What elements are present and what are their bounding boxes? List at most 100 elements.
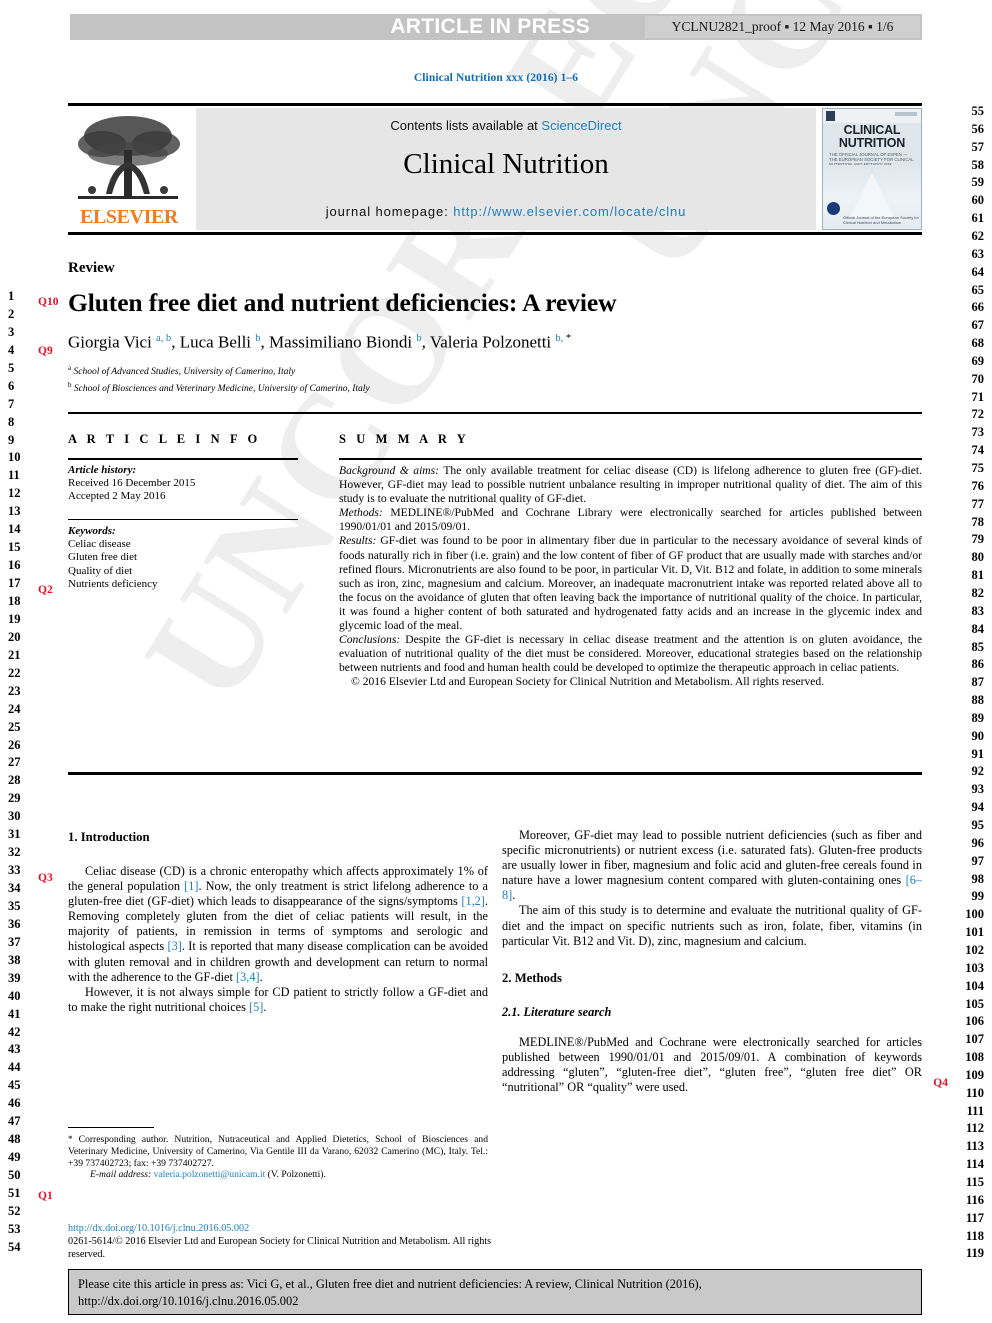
line-number: 88 bbox=[971, 693, 985, 708]
line-number: 115 bbox=[965, 1175, 984, 1189]
line-number: 69 bbox=[971, 353, 985, 368]
query-marker[interactable]: Q10 bbox=[38, 296, 58, 308]
elsevier-wordmark: ELSEVIER bbox=[80, 206, 178, 228]
text-run: . bbox=[512, 888, 516, 903]
line-number: 75 bbox=[971, 461, 985, 475]
line-number: 51 bbox=[8, 1186, 21, 1200]
doi-link[interactable]: http://dx.doi.org/10.1016/j.clnu.2016.05… bbox=[68, 1222, 498, 1235]
issn-copyright-line: 0261-5614/© 2016 Elsevier Ltd and Europe… bbox=[68, 1236, 492, 1260]
line-number: 83 bbox=[971, 603, 985, 618]
line-number: 70 bbox=[971, 371, 985, 386]
contents-prefix: Contents lists available at bbox=[390, 118, 542, 133]
text-run: Moreover, GF-diet may lead to possible n… bbox=[502, 828, 922, 888]
contents-lists-line: Contents lists available at ScienceDirec… bbox=[196, 118, 816, 133]
line-number: 90 bbox=[971, 728, 985, 743]
citation-ref[interactable]: [3] bbox=[168, 939, 182, 953]
line-number: 33 bbox=[8, 863, 21, 878]
query-marker[interactable]: Q9 bbox=[38, 345, 53, 357]
line-number: 44 bbox=[8, 1060, 21, 1075]
line-number: 47 bbox=[8, 1114, 21, 1129]
article-received-date: Received 16 December 2015 bbox=[68, 477, 196, 490]
line-number: 68 bbox=[971, 336, 985, 351]
author-name[interactable]: Giorgia Vici bbox=[68, 333, 156, 352]
line-number: 72 bbox=[971, 407, 985, 422]
line-number: 1 bbox=[8, 289, 15, 303]
line-number: 27 bbox=[8, 755, 21, 770]
line-number: 42 bbox=[8, 1024, 21, 1039]
line-number: 113 bbox=[965, 1139, 984, 1154]
right-paragraph-1: Moreover, GF-diet may lead to possible n… bbox=[502, 828, 922, 903]
text-run: However, it is not always simple for CD … bbox=[68, 984, 488, 1014]
summary-paragraph-label: Methods: bbox=[339, 506, 383, 520]
line-number: 39 bbox=[8, 970, 21, 985]
line-number: 77 bbox=[971, 496, 985, 511]
line-number: 79 bbox=[971, 532, 985, 547]
article-history-label: Article history: bbox=[68, 464, 137, 476]
line-number: 106 bbox=[965, 1014, 984, 1029]
line-number: 119 bbox=[965, 1246, 984, 1261]
line-number: 25 bbox=[8, 719, 21, 734]
keywords-label: Keywords: bbox=[68, 525, 116, 537]
elsevier-logo: ELSEVIER bbox=[68, 108, 190, 230]
line-number: 74 bbox=[971, 443, 985, 458]
citation-ref[interactable]: [3,4] bbox=[236, 970, 260, 984]
line-number: 35 bbox=[8, 898, 21, 913]
summary-copyright: © 2016 Elsevier Ltd and European Society… bbox=[351, 675, 825, 689]
line-number: 19 bbox=[8, 611, 21, 626]
summary-paragraph-label: Results: bbox=[339, 534, 377, 548]
email-link[interactable]: valeria.polzonetti@unicam.it bbox=[154, 1169, 266, 1180]
line-number: 56 bbox=[971, 121, 985, 136]
line-number: 29 bbox=[8, 791, 21, 806]
query-marker[interactable]: Q3 bbox=[38, 872, 53, 884]
journal-reference: Clinical Nutrition xxx (2016) 1–6 bbox=[413, 72, 579, 84]
journal-homepage-link[interactable]: http://www.elsevier.com/locate/clnu bbox=[453, 204, 686, 219]
body-column-left: 1. Introduction Celiac disease (CD) is a… bbox=[68, 830, 488, 1015]
author-name[interactable]: Valeria Polzonetti bbox=[430, 333, 556, 352]
cover-publisher-mark bbox=[826, 111, 835, 121]
line-number: 95 bbox=[971, 818, 985, 832]
line-number: 18 bbox=[8, 593, 21, 608]
sciencedirect-link[interactable]: ScienceDirect bbox=[541, 118, 621, 133]
cover-footer-text: Official Journal of the European Society… bbox=[843, 215, 919, 225]
line-number: 62 bbox=[971, 228, 985, 243]
line-number: 48 bbox=[8, 1132, 21, 1147]
article-history-block: Article history: Received 16 December 20… bbox=[68, 464, 308, 504]
query-marker[interactable]: Q1 bbox=[38, 1190, 53, 1202]
line-number: 36 bbox=[8, 916, 21, 931]
line-number: 6 bbox=[8, 378, 15, 393]
journal-masthead: ELSEVIER Contents lists available at Sci… bbox=[68, 108, 922, 230]
citation-ref[interactable]: [1] bbox=[184, 879, 198, 893]
line-number: 82 bbox=[971, 585, 985, 600]
article-type-label: Review bbox=[68, 260, 115, 276]
line-number: 105 bbox=[965, 996, 984, 1011]
line-number: 22 bbox=[8, 665, 21, 680]
citation-ref[interactable]: [5] bbox=[249, 1000, 263, 1014]
line-number: 8 bbox=[8, 414, 15, 429]
summary-paragraph: Conclusions: Despite the GF-diet is nece… bbox=[339, 633, 922, 675]
text-run: Corresponding author. Nutrition, Nutrace… bbox=[68, 1134, 488, 1169]
line-number: 31 bbox=[8, 827, 21, 842]
cover-barcode-mark bbox=[895, 112, 917, 116]
line-number: 99 bbox=[971, 889, 985, 904]
line-number: 54 bbox=[8, 1239, 21, 1254]
line-number: 66 bbox=[971, 300, 985, 315]
journal-cover-thumbnail: CLINICAL NUTRITION THE OFFICIAL JOURNAL … bbox=[822, 108, 922, 230]
line-number: 111 bbox=[966, 1103, 984, 1118]
line-number: 4 bbox=[8, 342, 15, 357]
line-number: 80 bbox=[971, 550, 985, 565]
line-number: 84 bbox=[971, 621, 985, 636]
author-name[interactable]: Luca Belli bbox=[180, 333, 256, 352]
corresponding-author-footnote: * Corresponding author. Nutrition, Nutra… bbox=[68, 1134, 488, 1181]
cover-journal-name: CLINICAL NUTRITION bbox=[823, 124, 921, 150]
citation-ref[interactable]: [1,2] bbox=[461, 894, 485, 908]
summary-paragraph-label: Conclusions: bbox=[339, 633, 401, 647]
query-marker[interactable]: Q2 bbox=[38, 584, 53, 596]
keyword-item: Nutrients deficiency bbox=[68, 577, 158, 590]
author-name[interactable]: Massimiliano Biondi bbox=[269, 333, 416, 352]
summary-paragraph: Methods: MEDLINE®/PubMed and Cochrane Li… bbox=[339, 506, 922, 534]
info-box-bottom-rule bbox=[68, 772, 922, 775]
line-number: 98 bbox=[971, 871, 985, 886]
keyword-item: Gluten free diet bbox=[68, 551, 138, 564]
query-marker[interactable]: Q4 bbox=[933, 1077, 948, 1089]
line-number: 118 bbox=[965, 1228, 984, 1243]
